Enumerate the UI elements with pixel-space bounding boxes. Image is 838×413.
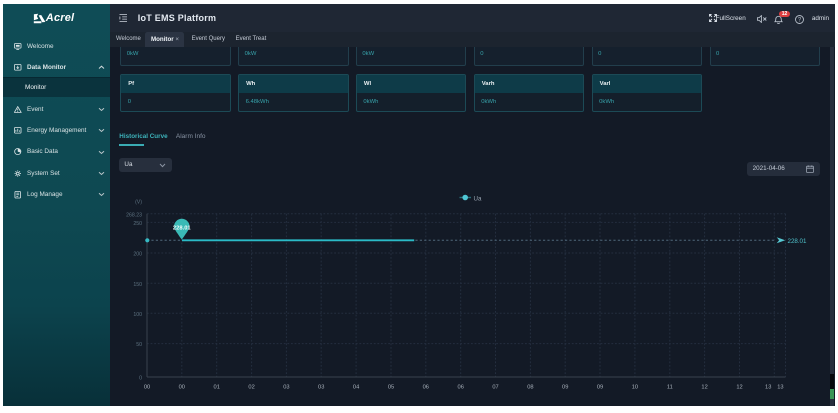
svg-text:07: 07 [492, 384, 498, 390]
svg-text:100: 100 [133, 312, 142, 318]
svg-text:00: 00 [144, 384, 150, 390]
svg-text:200: 200 [133, 252, 142, 258]
svg-text:11: 11 [667, 384, 673, 390]
svg-text:12: 12 [736, 384, 742, 390]
svg-text:268.23: 268.23 [126, 212, 142, 218]
svg-text:03: 03 [318, 384, 324, 390]
svg-text:Acrel: Acrel [45, 12, 75, 24]
svg-text:09: 09 [597, 384, 603, 390]
svg-text:04: 04 [353, 384, 359, 390]
svg-text:250: 250 [133, 221, 142, 227]
svg-text:06: 06 [458, 384, 464, 390]
svg-text:13: 13 [765, 384, 771, 390]
svg-text:06: 06 [423, 384, 429, 390]
svg-text:10: 10 [632, 384, 638, 390]
svg-text:Ua: Ua [474, 195, 482, 202]
svg-text:03: 03 [283, 384, 289, 390]
svg-text:09: 09 [562, 384, 568, 390]
svg-text:(V): (V) [135, 199, 142, 205]
svg-text:50: 50 [136, 342, 142, 348]
svg-text:228.01: 228.01 [173, 226, 192, 232]
svg-text:150: 150 [133, 282, 142, 288]
svg-text:01: 01 [214, 384, 220, 390]
svg-text:13: 13 [777, 384, 783, 390]
svg-text:0: 0 [139, 376, 142, 382]
svg-text:228.01: 228.01 [788, 238, 807, 245]
svg-text:12: 12 [701, 384, 707, 390]
svg-text:05: 05 [388, 384, 394, 390]
svg-text:02: 02 [248, 384, 254, 390]
svg-text:00: 00 [179, 384, 185, 390]
svg-text:08: 08 [527, 384, 533, 390]
